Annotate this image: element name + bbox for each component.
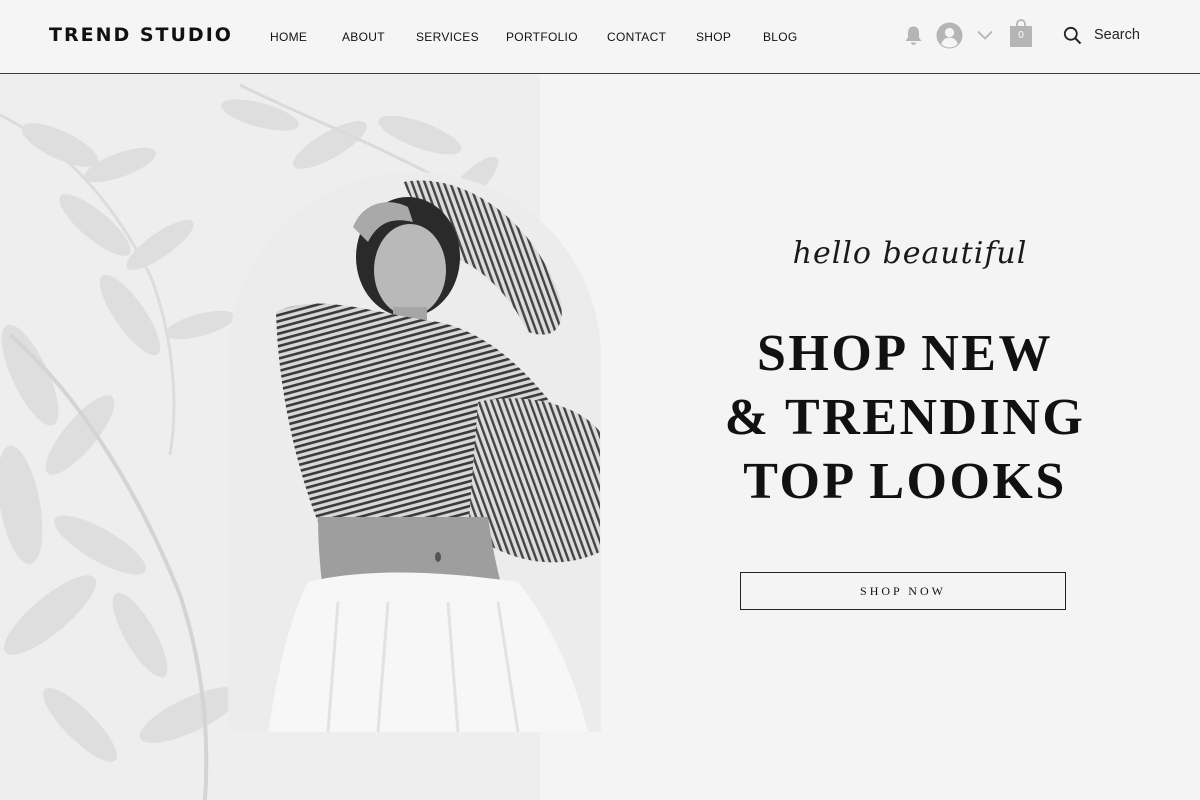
page: TREND STUDIO HOME ABOUT SERVICES PORTFOL… — [0, 0, 1200, 800]
nav-item-shop[interactable]: SHOP — [696, 30, 731, 44]
model-photo-illustration — [228, 172, 601, 732]
hero-tagline: hello beautiful — [792, 236, 1028, 271]
user-avatar-icon[interactable] — [936, 22, 963, 49]
nav-item-about[interactable]: ABOUT — [342, 30, 385, 44]
search-label[interactable]: Search — [1094, 27, 1140, 43]
shop-now-button[interactable]: SHOP NOW — [740, 572, 1066, 610]
hero-headline: SHOP NEW & TRENDING TOP LOOKS — [700, 322, 1110, 514]
brand-logo[interactable]: TREND STUDIO — [49, 24, 233, 46]
headline-line-2: & TRENDING — [724, 389, 1086, 446]
cart-count-badge: 0 — [1018, 30, 1024, 41]
nav-item-blog[interactable]: BLOG — [763, 30, 798, 44]
hero-model-photo — [228, 172, 601, 732]
search-icon[interactable] — [1063, 26, 1082, 45]
nav-item-services[interactable]: SERVICES — [416, 30, 479, 44]
headline-line-3: TOP LOOKS — [743, 453, 1067, 510]
site-header: TREND STUDIO HOME ABOUT SERVICES PORTFOL… — [0, 0, 1200, 74]
bell-icon[interactable] — [904, 25, 923, 46]
headline-line-1: SHOP NEW — [757, 325, 1053, 382]
nav-item-home[interactable]: HOME — [270, 30, 307, 44]
nav-item-portfolio[interactable]: PORTFOLIO — [506, 30, 578, 44]
nav-item-contact[interactable]: CONTACT — [607, 30, 666, 44]
chevron-down-icon[interactable] — [976, 29, 994, 41]
